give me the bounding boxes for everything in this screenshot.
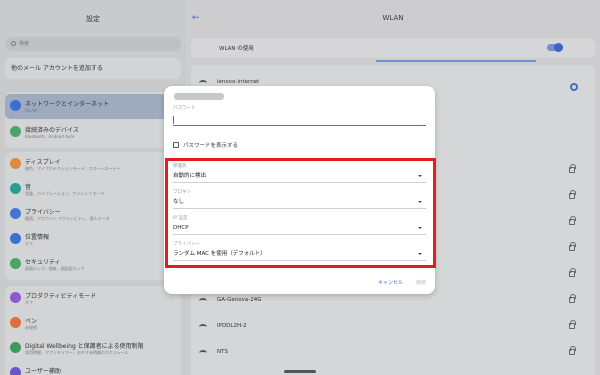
- search-placeholder: 検索: [19, 41, 30, 47]
- sidebar-item-subtitle: 音量、バイブレーション、サイレントモード: [25, 191, 105, 196]
- sidebar-item-subtitle: Bluetooth、Android Auto: [25, 134, 75, 139]
- sidebar-item-subtitle: オフ: [25, 241, 33, 246]
- network-icon: [10, 100, 21, 111]
- sound-icon: [10, 183, 21, 194]
- sidebar-item-label: プロダクティビティモード: [25, 293, 97, 300]
- sidebar-item-subtitle: オフ: [25, 300, 33, 305]
- lock-icon: [569, 164, 576, 173]
- network-item[interactable]: IPDDL2H-2: [191, 315, 595, 341]
- wlan-switch[interactable]: [547, 43, 563, 52]
- network-name: NTS: [217, 349, 228, 355]
- settings-sidebar: 設定 検索 他のメール アカウントを追加する ネットワークとインターネット WL…: [0, 0, 186, 375]
- connect-button[interactable]: 接続: [416, 279, 426, 286]
- sidebar-item-subtitle: 画面ロック、指紋、顔認証ロック: [25, 266, 85, 271]
- sidebar-item-subtitle: 暗色、アイプロテクションモード、スマートローテー: [25, 166, 121, 171]
- lock-icon: [569, 190, 576, 199]
- sidebar-item-label: ディスプレイ: [25, 159, 61, 166]
- sidebar-item-label: セキュリティ: [25, 259, 61, 266]
- scan-progress-bar: [376, 60, 536, 62]
- sidebar-item-subtitle: 権限、アカウント アクティビティ、個人データ: [25, 216, 110, 221]
- network-name: lenovo-internet: [217, 79, 260, 85]
- sidebar-item-security[interactable]: セキュリティ 画面ロック、指紋、顔認証ロック: [5, 252, 181, 277]
- wifi-icon: [199, 298, 207, 304]
- sidebar-item-label: プライバシー: [25, 209, 61, 216]
- text-caret: [173, 116, 174, 124]
- show-password-label: パスワードを表示する: [183, 143, 239, 149]
- network-ssid-redacted: [174, 93, 224, 100]
- accessibility-icon: [10, 367, 21, 375]
- checkbox-icon: [173, 142, 179, 148]
- sidebar-item-label: 接続済みのデバイス: [25, 127, 79, 134]
- sidebar-item-subtitle: 利用時間、アプリタイマー、おやすみ時間のスケジュール: [25, 350, 129, 355]
- navigation-handle[interactable]: [284, 370, 316, 373]
- sidebar-item-label: ユーザー補助: [25, 368, 61, 375]
- cancel-button[interactable]: キャンセル: [378, 279, 403, 286]
- devices-icon: [10, 126, 21, 137]
- sidebar-item-label: ペン: [25, 318, 38, 325]
- sidebar-item-display[interactable]: ディスプレイ 暗色、アイプロテクションモード、スマートローテー: [5, 152, 181, 177]
- sidebar-item-label: 位置情報: [25, 234, 50, 241]
- wellbeing-icon: [10, 342, 21, 353]
- lock-icon: [569, 320, 576, 329]
- sidebar-item-label: Digital Wellbeing と保護者による使用制限: [25, 343, 144, 350]
- sidebar-item-location[interactable]: 位置情報 オフ: [5, 227, 181, 252]
- wifi-icon: [199, 324, 207, 330]
- sidebar-item-label: ネットワークとインターネット: [25, 101, 110, 108]
- wlan-title: WLAN: [382, 14, 404, 22]
- search-icon: [11, 41, 16, 46]
- pen-icon: [10, 317, 21, 328]
- screen: 設定 検索 他のメール アカウントを追加する ネットワークとインターネット WL…: [0, 0, 600, 375]
- settings-group-3: プロダクティビティモード オフ ペン 未接続 Digital Wellbeing…: [5, 286, 181, 375]
- wlan-toggle-label: WLAN の使用: [219, 46, 254, 52]
- gear-icon[interactable]: [570, 83, 578, 91]
- password-label: パスワード: [173, 106, 196, 111]
- sidebar-item-label: 音: [25, 184, 32, 191]
- lock-icon: [569, 346, 576, 355]
- privacy-icon: [10, 208, 21, 219]
- sidebar-item-sound[interactable]: 音 音量、バイブレーション、サイレントモード: [5, 177, 181, 202]
- search-input[interactable]: 検索: [5, 37, 181, 51]
- sidebar-item-subtitle: WLAN: [25, 108, 38, 113]
- wlan-toggle-row[interactable]: WLAN の使用: [191, 38, 595, 58]
- lock-icon: [569, 242, 576, 251]
- sidebar-item-privacy[interactable]: プライバシー 権限、アカウント アクティビティ、個人データ: [5, 202, 181, 227]
- sidebar-item-productivity[interactable]: プロダクティビティモード オフ: [5, 286, 181, 311]
- lock-icon: [569, 216, 576, 225]
- lock-icon: [569, 268, 576, 277]
- show-password-checkbox[interactable]: パスワードを表示する: [173, 141, 238, 149]
- add-email-account-card[interactable]: 他のメール アカウントを追加する: [5, 58, 181, 79]
- wifi-connect-dialog: パスワード パスワードを表示する 保護状 自動的に検出 プロキシ なし IP 設…: [164, 86, 436, 294]
- location-icon: [10, 233, 21, 244]
- settings-title: 設定: [86, 15, 100, 23]
- sidebar-item-connected-devices[interactable]: 接続済みのデバイス Bluetooth、Android Auto: [5, 120, 181, 145]
- network-name: IPDDL2H-2: [217, 323, 247, 329]
- sidebar-item-digital-wellbeing[interactable]: Digital Wellbeing と保護者による使用制限 利用時間、アプリタイ…: [5, 336, 181, 361]
- settings-group-2: ディスプレイ 暗色、アイプロテクションモード、スマートローテー 音 音量、バイブ…: [5, 152, 181, 280]
- wifi-icon: [199, 350, 207, 356]
- network-item[interactable]: NTS: [191, 341, 595, 367]
- network-name: GA-Genova-24G: [217, 297, 262, 303]
- sidebar-item-network[interactable]: ネットワークとインターネット WLAN: [5, 94, 181, 119]
- display-icon: [10, 158, 21, 169]
- settings-group-1: ネットワークとインターネット WLAN 接続済みのデバイス Bluetooth、…: [5, 92, 181, 148]
- sidebar-item-subtitle: 未接続: [25, 325, 37, 330]
- productivity-icon: [10, 292, 21, 303]
- sidebar-item-accessibility[interactable]: ユーザー補助: [5, 361, 181, 375]
- password-input[interactable]: [173, 114, 426, 126]
- highlight-box: [165, 158, 436, 268]
- sidebar-item-pen[interactable]: ペン 未接続: [5, 311, 181, 336]
- shield-icon: [10, 258, 21, 269]
- lock-icon: [569, 294, 576, 303]
